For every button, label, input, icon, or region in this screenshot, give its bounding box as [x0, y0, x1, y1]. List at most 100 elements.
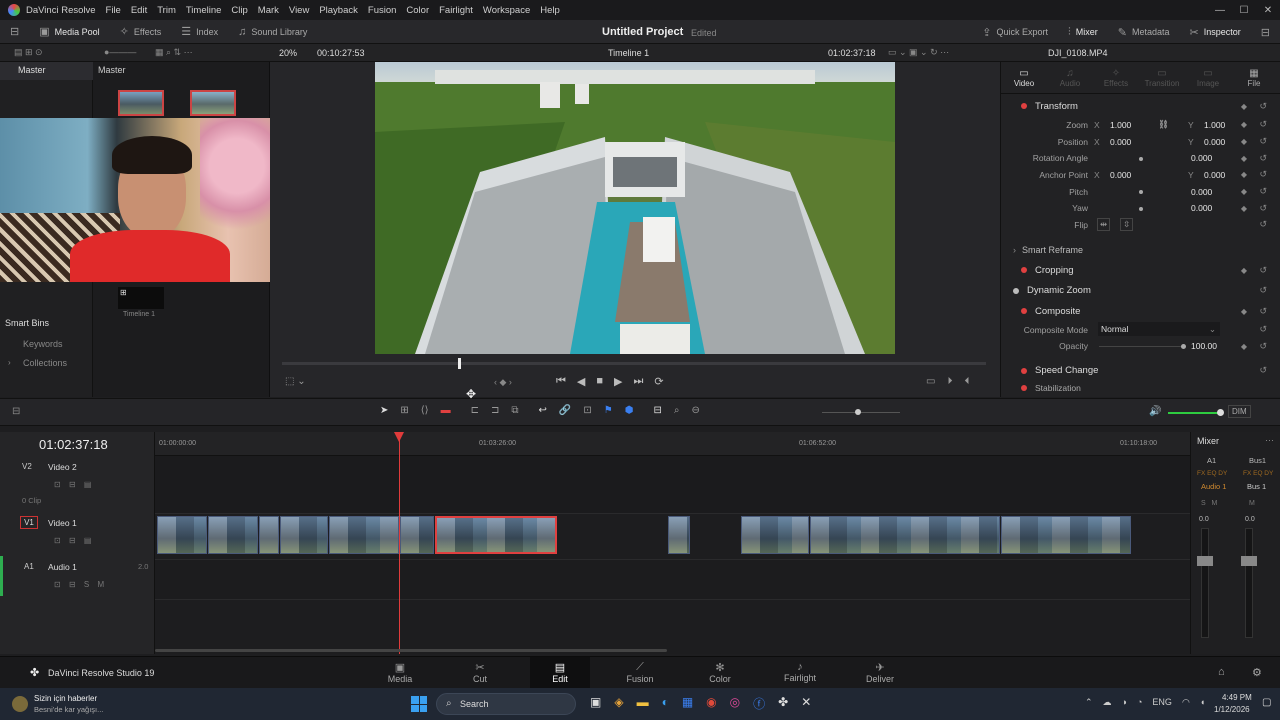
viewer-options-icon[interactable]: ▭ ⌄ ▣ ⌄ ↻ ⋯	[888, 47, 949, 58]
news-title[interactable]: Sizin için haberler	[34, 694, 97, 703]
reset-icon[interactable]: ↺	[1259, 341, 1267, 352]
smart-bin-keywords[interactable]: Keywords	[23, 339, 63, 349]
zoom-y-field[interactable]: 1.000	[1204, 120, 1244, 130]
solo-button[interactable]: S	[84, 580, 89, 589]
blade-tool-icon[interactable]: ▬	[441, 405, 451, 416]
task-view-icon[interactable]: ▣	[590, 695, 601, 712]
scrubber-handle[interactable]	[458, 358, 461, 369]
menu-edit[interactable]: Edit	[131, 5, 147, 16]
timeline-clip[interactable]	[1001, 516, 1131, 554]
link-icon[interactable]: ⛓	[1158, 119, 1178, 130]
composite-mode-select[interactable]: Normal ⌄	[1098, 322, 1220, 337]
menu-playback[interactable]: Playback	[319, 5, 358, 16]
dynamic-trim-icon[interactable]: ⟨⟩	[421, 405, 429, 416]
file-explorer-icon[interactable]: ▬	[637, 695, 649, 712]
mixer-solo-mute[interactable]: S M	[1201, 500, 1217, 507]
timeline-clip[interactable]	[668, 516, 690, 554]
cropping-section[interactable]: Cropping ◆ ↺	[1001, 260, 1280, 281]
menu-trim[interactable]: Trim	[157, 5, 176, 16]
chrome-icon[interactable]: ◉	[706, 695, 716, 712]
edge-icon[interactable]: ◐	[662, 695, 669, 712]
flip-horizontal-icon[interactable]: ⇹	[1097, 218, 1111, 232]
flag-icon[interactable]: ⚑	[604, 405, 613, 416]
menu-help[interactable]: Help	[540, 5, 560, 16]
tab-file[interactable]: ▦ File	[1231, 62, 1277, 93]
track-v2-lane[interactable]	[155, 456, 1190, 514]
chevron-up-icon[interactable]: ⌃	[1085, 697, 1093, 708]
stop-icon[interactable]: ■	[596, 375, 603, 388]
keyframe-icon[interactable]: ◆	[1241, 204, 1247, 213]
opacity-slider-handle[interactable]	[1181, 344, 1186, 349]
menu-fairlight[interactable]: Fairlight	[439, 5, 473, 16]
keyframe-icon[interactable]: ◆	[1241, 307, 1247, 316]
loop-icon[interactable]: ⟳	[654, 375, 663, 388]
reset-icon[interactable]: ↺	[1259, 324, 1267, 335]
list-view-icon[interactable]: ▤ ⊞ ⊙	[14, 47, 43, 58]
fader-bus1[interactable]	[1245, 528, 1253, 638]
dim-button[interactable]: DIM	[1228, 405, 1251, 418]
rotation-field[interactable]: 0.000	[1191, 153, 1212, 163]
language-indicator[interactable]: ENG	[1152, 697, 1172, 708]
position-x-field[interactable]: 0.000	[1110, 137, 1158, 147]
enabled-dot-icon[interactable]	[1021, 308, 1027, 315]
flip-vertical-icon[interactable]: ⇳	[1120, 218, 1134, 232]
copilot-icon[interactable]: ◈	[614, 695, 623, 712]
keyframe-icon[interactable]: ◆	[1241, 102, 1247, 111]
timeline-clip-selected[interactable]	[435, 516, 557, 554]
prev-edit-icon[interactable]: ⏴	[964, 376, 969, 387]
menu-fusion[interactable]: Fusion	[368, 5, 397, 16]
enabled-dot-icon[interactable]	[1021, 367, 1027, 374]
page-fusion[interactable]: ⟋ Fusion	[610, 657, 670, 689]
bin-master[interactable]: Master	[0, 62, 93, 80]
timeline-scrollbar[interactable]	[155, 649, 667, 652]
position-y-field[interactable]: 0.000	[1204, 137, 1244, 147]
menu-workspace[interactable]: Workspace	[483, 5, 530, 16]
pitch-field[interactable]: 0.000	[1191, 187, 1212, 197]
page-deliver[interactable]: ✈ Deliver	[850, 657, 910, 689]
timeline-clip[interactable]	[208, 516, 258, 554]
fader-a1-handle[interactable]	[1197, 556, 1213, 566]
media-clip-thumbnail[interactable]	[118, 90, 164, 116]
reset-icon[interactable]: ↺	[1259, 306, 1267, 317]
tray-app-icon[interactable]: ◑	[1122, 697, 1127, 708]
track-a1-lane[interactable]	[155, 560, 1190, 600]
menu-mark[interactable]: Mark	[258, 5, 279, 16]
tab-image[interactable]: ▭ Image	[1185, 62, 1231, 93]
clock-date[interactable]: 1/12/2026	[1214, 705, 1250, 714]
jog-icon[interactable]: ‹ ◆ ›	[494, 377, 512, 388]
timeline-thumbnail[interactable]: ⊞	[118, 287, 164, 309]
enabled-dot-icon[interactable]	[1021, 385, 1027, 392]
page-edit[interactable]: ▤ Edit	[530, 657, 590, 689]
expand-collections-icon[interactable]: ›	[8, 358, 11, 367]
keyframe-icon[interactable]: ◆	[1241, 170, 1247, 179]
quick-export-button[interactable]: ⇪ Quick Export	[972, 20, 1058, 44]
dynamic-zoom-section[interactable]: Dynamic Zoom ↺	[1001, 280, 1280, 301]
davinci-icon[interactable]: ✤	[778, 695, 788, 712]
next-edit-icon[interactable]: ⏵	[947, 376, 952, 387]
timeline-name[interactable]: Timeline 1	[608, 48, 649, 58]
timeline-zoom-slider[interactable]	[822, 412, 900, 413]
facebook-icon[interactable]: ⓕ	[753, 695, 765, 712]
tray-app-icon[interactable]: ◔	[1137, 697, 1142, 708]
auto-select-icon[interactable]: ⊟	[69, 536, 76, 545]
sound-library-button[interactable]: ♫ Sound Library	[228, 20, 317, 44]
auto-select-icon[interactable]: ⊟	[69, 480, 76, 489]
timeline-clip[interactable]	[810, 516, 1000, 554]
transform-section[interactable]: Transform ◆ ↺	[1001, 96, 1280, 117]
clock-time[interactable]: 4:49 PM	[1222, 693, 1252, 702]
fader-a1[interactable]	[1201, 528, 1209, 638]
stabilization-section[interactable]: Stabilization	[1001, 381, 1280, 395]
menu-clip[interactable]: Clip	[231, 5, 247, 16]
smart-reframe-section[interactable]: › Smart Reframe	[1001, 239, 1280, 260]
master-volume-handle[interactable]	[1217, 409, 1224, 416]
keyframe-icon[interactable]: ◆	[1241, 342, 1247, 351]
marker-icon[interactable]: ⬢	[625, 405, 634, 416]
zoom-fit-icon[interactable]: ⊟	[653, 405, 661, 416]
zoom-custom-icon[interactable]: ⊖	[691, 405, 699, 416]
opacity-field[interactable]: 100.00	[1191, 341, 1217, 351]
tab-video[interactable]: ▭ Video	[1001, 62, 1047, 93]
yaw-field[interactable]: 0.000	[1191, 203, 1212, 213]
track-a1-name[interactable]: Audio 1	[48, 562, 77, 572]
enabled-dot-icon[interactable]	[1021, 267, 1027, 274]
play-icon[interactable]: ▶	[614, 375, 622, 388]
